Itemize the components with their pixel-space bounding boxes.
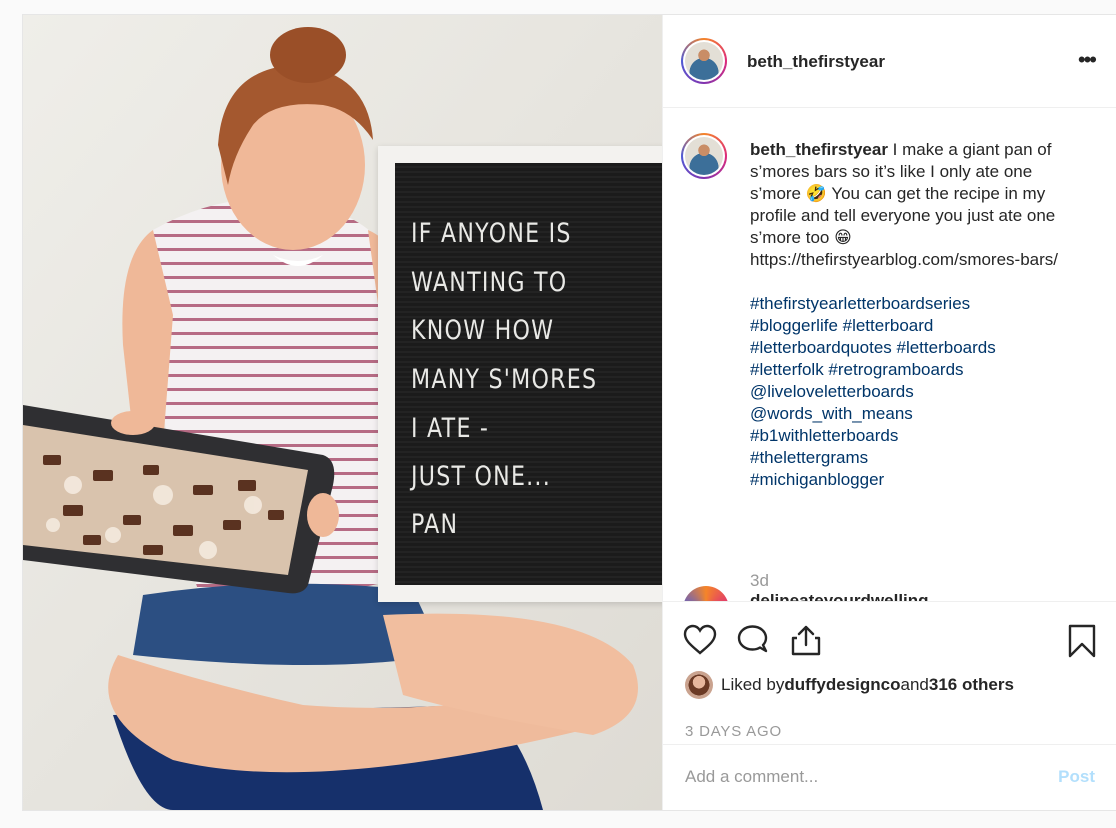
post-sidebar: beth_thefirstyear ••• beth_thefirstyear … [662, 15, 1116, 810]
more-options-icon[interactable]: ••• [1078, 47, 1097, 73]
hashtag-line[interactable]: @words_with_means [750, 403, 1072, 425]
letterboard-line: JUST ONE... [411, 461, 551, 492]
hashtag-line[interactable]: @liveloveletterboards [750, 381, 1072, 403]
header-username[interactable]: beth_thefirstyear [747, 52, 885, 72]
likes-summary: Liked by duffydesignco and 316 others [685, 670, 1014, 700]
hashtag-line[interactable]: #letterfolk #retrogramboards [750, 359, 1072, 381]
share-icon[interactable] [789, 624, 823, 656]
letterboard-felt: IF ANYONE IS WANTING TO KNOW HOW MANY S'… [395, 163, 662, 585]
caption-age[interactable]: 3d [750, 571, 769, 591]
letterboard-line: I ATE - [411, 413, 490, 444]
post-comment-button[interactable]: Post [1058, 767, 1095, 787]
letterboard: IF ANYONE IS WANTING TO KNOW HOW MANY S'… [378, 146, 662, 602]
letterboard-line: PAN [411, 509, 459, 540]
hashtag-line[interactable]: #thefirstyearletterboardseries [750, 293, 1072, 315]
hashtag-line[interactable]: #letterboardquotes #letterboards [750, 337, 1072, 359]
instagram-post: IF ANYONE IS WANTING TO KNOW HOW MANY S'… [22, 14, 1116, 811]
caption-text: I make a giant pan of s’mores bars so it… [750, 140, 1059, 269]
comment-input[interactable] [685, 767, 1025, 787]
next-comment-username[interactable]: delineateyourdwelling [750, 591, 929, 601]
likes-prefix: Liked by [721, 675, 785, 694]
letterboard-line: IF ANYONE IS [411, 218, 572, 249]
hashtag-line[interactable]: #michiganblogger [750, 469, 1072, 491]
post-timestamp[interactable]: 3 DAYS AGO [685, 723, 782, 740]
heart-icon[interactable] [683, 624, 717, 656]
caption: beth_thefirstyear I make a giant pan of … [750, 139, 1072, 491]
next-comment-avatar[interactable] [683, 586, 729, 601]
hashtag-line[interactable]: #theletter​grams [750, 447, 1072, 469]
bookmark-icon[interactable] [1067, 624, 1097, 658]
avatar [685, 42, 723, 80]
letterboard-line: WANTING TO [411, 267, 568, 298]
letterboard-line: MANY S'MORES [411, 364, 598, 395]
caption-avatar[interactable] [681, 133, 727, 179]
comment-box: Post [663, 744, 1116, 811]
caption-username[interactable]: beth_thefirstyear [750, 140, 888, 159]
likes-conjunction: and [900, 675, 929, 694]
hashtag-line[interactable]: #b1withletterboards [750, 425, 1072, 447]
post-header: beth_thefirstyear ••• [663, 15, 1116, 108]
comment-icon[interactable] [736, 624, 770, 656]
header-avatar[interactable] [681, 38, 727, 84]
post-photo[interactable]: IF ANYONE IS WANTING TO KNOW HOW MANY S'… [23, 15, 662, 810]
likes-others-link[interactable]: 316 others [929, 675, 1014, 695]
hashtag-line[interactable]: #bloggerlife #letterboard [750, 315, 1072, 337]
actions-bar: Liked by duffydesignco and 316 others 3 … [663, 601, 1116, 810]
liker-username[interactable]: duffydesignco [784, 675, 900, 695]
avatar [685, 137, 723, 175]
liker-avatar[interactable] [685, 671, 713, 699]
caption-hashtags: #thefirstyearletterboardseries #bloggerl… [750, 293, 1072, 491]
letterboard-line: KNOW HOW [411, 315, 555, 346]
comments-section[interactable]: beth_thefirstyear I make a giant pan of … [663, 109, 1116, 601]
